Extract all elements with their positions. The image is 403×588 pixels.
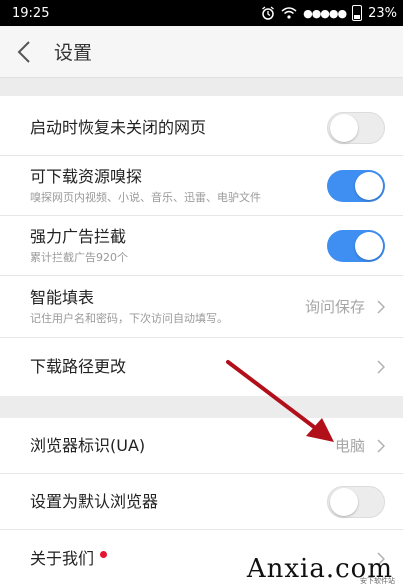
resource-sniffing-toggle[interactable] — [327, 169, 385, 202]
setting-label: 下载路径更改 — [30, 357, 127, 376]
setting-value: 询问保存 — [304, 298, 365, 316]
signal-strength: ●●●●● — [303, 6, 347, 20]
setting-subtitle: 累计拦截广告920个 — [30, 251, 128, 264]
battery-percent: 23% — [368, 5, 397, 21]
alarm-icon — [262, 6, 274, 20]
chevron-right-icon — [377, 438, 385, 453]
setting-resource-sniffing[interactable]: 可下载资源嗅探 嗅探网页内视频、小说、音乐、迅雷、电驴文件 — [0, 156, 403, 216]
chevron-right-icon — [377, 299, 385, 314]
status-time: 19:25 — [12, 5, 50, 21]
page-title: 设置 — [54, 42, 93, 64]
setting-value: 电脑 — [334, 437, 365, 455]
setting-download-path[interactable]: 下载路径更改 — [0, 338, 403, 396]
setting-label: 强力广告拦截 — [30, 227, 127, 246]
setting-label: 浏览器标识(UA) — [30, 435, 146, 455]
new-badge — [100, 551, 108, 558]
setting-subtitle: 嗅探网页内视频、小说、音乐、迅雷、电驴文件 — [30, 191, 261, 204]
setting-restore-pages[interactable]: 启动时恢复未关闭的网页 — [0, 100, 403, 156]
wifi-icon — [281, 7, 297, 19]
back-button[interactable] — [0, 26, 48, 78]
chevron-right-icon — [377, 360, 385, 374]
setting-smart-form-fill[interactable]: 智能填表 记住用户名和密码，下次访问自动填写。 询问保存 — [0, 276, 403, 338]
setting-ad-blocking[interactable]: 强力广告拦截 累计拦截广告920个 — [0, 216, 403, 276]
status-bar: 19:25 ●●●●● 23% — [0, 0, 403, 26]
setting-label: 关于我们 — [30, 549, 95, 568]
back-arrow-icon — [17, 40, 30, 63]
setting-default-browser[interactable]: 设置为默认浏览器 — [0, 474, 403, 530]
setting-subtitle: 记住用户名和密码，下次访问自动填写。 — [30, 312, 228, 325]
app-header: 设置 — [0, 26, 403, 78]
setting-label: 智能填表 — [30, 288, 95, 307]
setting-label: 设置为默认浏览器 — [30, 491, 159, 511]
setting-label: 启动时恢复未关闭的网页 — [30, 117, 207, 137]
ad-blocking-toggle[interactable] — [327, 229, 385, 262]
default-browser-toggle[interactable] — [327, 485, 385, 518]
watermark-subtext: 安下软件站 — [360, 577, 395, 585]
setting-user-agent[interactable]: 浏览器标识(UA) 电脑 — [0, 418, 403, 474]
setting-label: 可下载资源嗅探 — [30, 167, 143, 186]
battery-icon — [352, 5, 363, 21]
restore-pages-toggle[interactable] — [327, 111, 385, 144]
